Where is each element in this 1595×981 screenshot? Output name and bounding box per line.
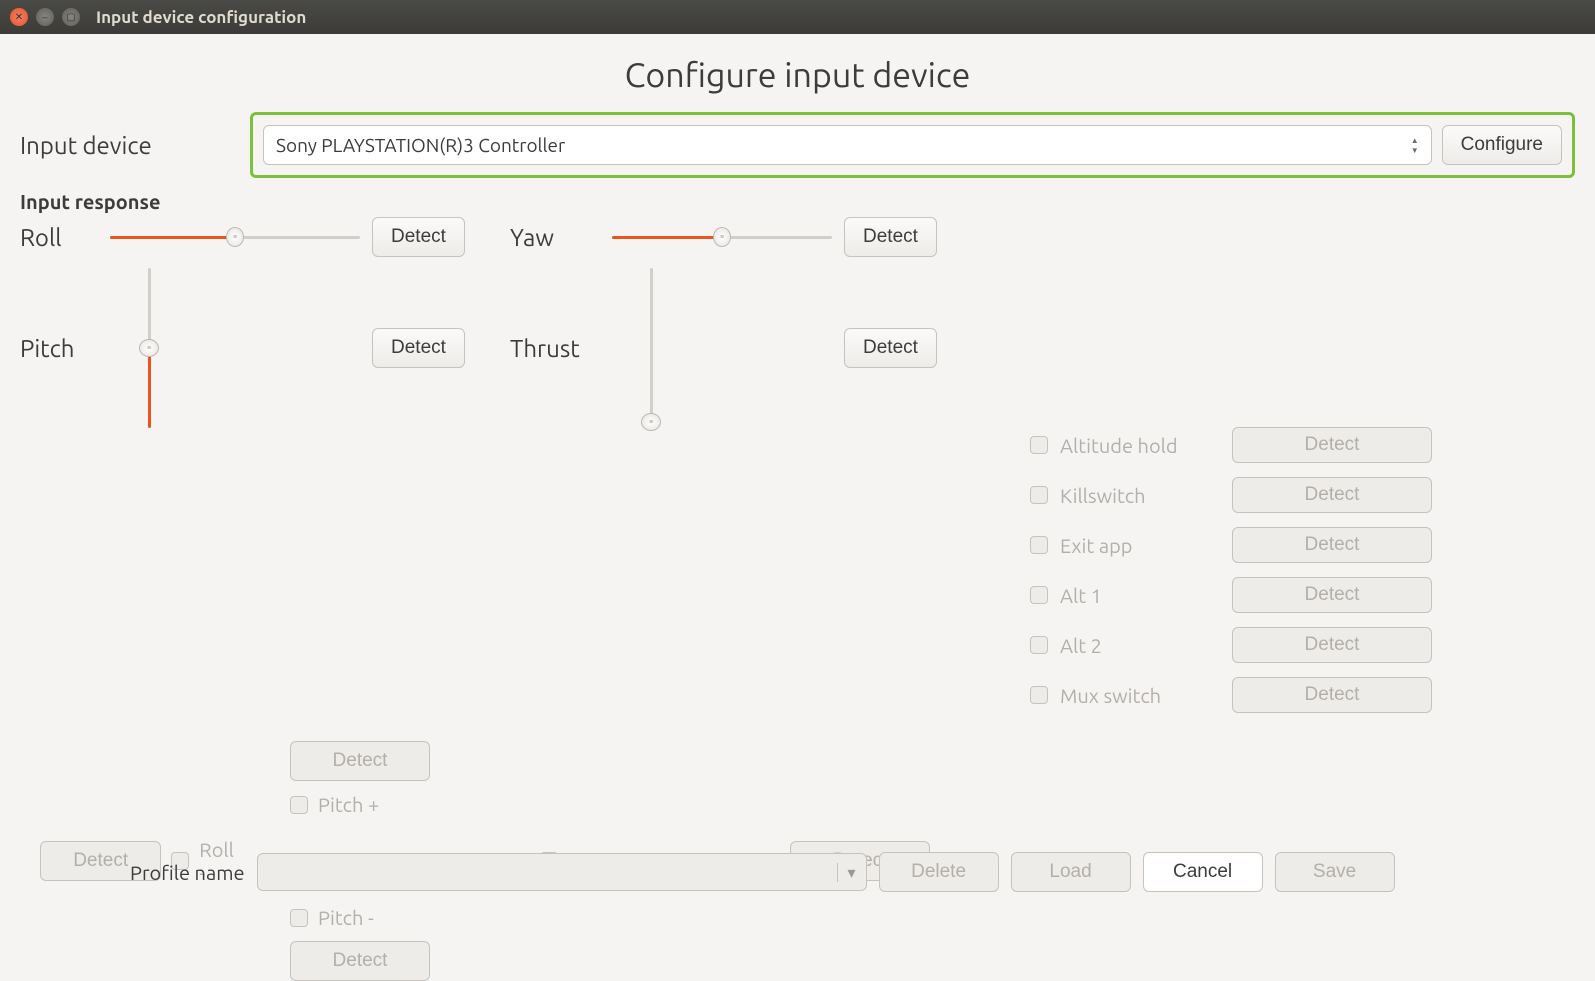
pitch-minus-checkbox[interactable] <box>290 909 308 927</box>
toggle-list: Altitude hold Detect Killswitch Detect E… <box>1030 427 1575 713</box>
pitch-plus-detect-button[interactable]: Detect <box>290 741 430 781</box>
roll-label: Roll <box>20 224 98 251</box>
configure-button[interactable]: Configure <box>1442 125 1562 165</box>
muxswitch-detect-button[interactable]: Detect <box>1232 677 1432 713</box>
pitch-slider[interactable]: ≡ <box>140 268 158 428</box>
save-button[interactable]: Save <box>1275 852 1395 892</box>
althold-label: Altitude hold <box>1060 434 1220 457</box>
thrust-slider[interactable]: ≡ <box>642 268 660 428</box>
input-device-highlight: Sony PLAYSTATION(R)3 Controller ▲▼ Confi… <box>250 112 1575 178</box>
thrust-label: Thrust <box>510 335 600 362</box>
exitapp-detect-button[interactable]: Detect <box>1232 527 1432 563</box>
killswitch-detect-button[interactable]: Detect <box>1232 477 1432 513</box>
yaw-label: Yaw <box>510 224 600 251</box>
althold-checkbox[interactable] <box>1030 436 1048 454</box>
input-response-header: Input response <box>20 190 1575 213</box>
list-item: Alt 1 Detect <box>1030 577 1575 613</box>
slider-thumb-icon[interactable]: ≡ <box>641 413 661 431</box>
alt2-detect-button[interactable]: Detect <box>1232 627 1432 663</box>
spinner-icon[interactable]: ▲▼ <box>1411 136 1419 155</box>
chevron-down-icon[interactable]: ▾ <box>837 863 856 882</box>
alt2-checkbox[interactable] <box>1030 636 1048 654</box>
cancel-button[interactable]: Cancel <box>1143 852 1263 892</box>
thrust-detect-button[interactable]: Detect <box>844 328 937 368</box>
pitch-label: Pitch <box>20 335 98 362</box>
input-device-select[interactable]: Sony PLAYSTATION(R)3 Controller ▲▼ <box>263 125 1432 165</box>
profile-name-label: Profile name <box>130 861 245 884</box>
load-button[interactable]: Load <box>1011 852 1131 892</box>
page-title: Configure input device <box>20 56 1575 94</box>
profile-name-combo[interactable]: ▾ <box>257 853 867 891</box>
slider-thumb-icon[interactable]: ≡ <box>139 339 159 357</box>
yaw-slider[interactable]: ≡ <box>612 232 832 242</box>
alt1-checkbox[interactable] <box>1030 586 1048 604</box>
close-icon[interactable]: ✕ <box>10 8 28 26</box>
pitch-plus-checkbox[interactable] <box>290 796 308 814</box>
pitch-minus-detect-button[interactable]: Detect <box>290 941 430 981</box>
list-item: Exit app Detect <box>1030 527 1575 563</box>
roll-detect-button[interactable]: Detect <box>372 217 465 257</box>
list-item: Killswitch Detect <box>1030 477 1575 513</box>
exitapp-checkbox[interactable] <box>1030 536 1048 554</box>
exitapp-label: Exit app <box>1060 534 1220 557</box>
roll-slider[interactable]: ≡ <box>110 232 360 242</box>
alt1-label: Alt 1 <box>1060 584 1220 607</box>
list-item: Alt 2 Detect <box>1030 627 1575 663</box>
list-item: Mux switch Detect <box>1030 677 1575 713</box>
muxswitch-checkbox[interactable] <box>1030 686 1048 704</box>
pitch-detect-button[interactable]: Detect <box>372 328 465 368</box>
list-item: Altitude hold Detect <box>1030 427 1575 463</box>
pitch-minus-label: Pitch - <box>318 906 374 929</box>
window-title: Input device configuration <box>96 8 306 27</box>
slider-thumb-icon[interactable]: ≡ <box>713 227 731 247</box>
killswitch-checkbox[interactable] <box>1030 486 1048 504</box>
althold-detect-button[interactable]: Detect <box>1232 427 1432 463</box>
pitch-plus-label: Pitch + <box>318 793 379 816</box>
window-titlebar: ✕ – ▢ Input device configuration <box>0 0 1595 34</box>
muxswitch-label: Mux switch <box>1060 684 1220 707</box>
input-device-label: Input device <box>20 132 240 159</box>
alt1-detect-button[interactable]: Detect <box>1232 577 1432 613</box>
maximize-icon[interactable]: ▢ <box>62 8 80 26</box>
delete-button[interactable]: Delete <box>879 852 999 892</box>
footer: Profile name ▾ Delete Load Cancel Save <box>20 852 1575 892</box>
alt2-label: Alt 2 <box>1060 634 1220 657</box>
minimize-icon[interactable]: – <box>36 8 54 26</box>
input-device-value: Sony PLAYSTATION(R)3 Controller <box>276 134 565 156</box>
yaw-detect-button[interactable]: Detect <box>844 217 937 257</box>
killswitch-label: Killswitch <box>1060 484 1220 507</box>
slider-thumb-icon[interactable]: ≡ <box>226 227 244 247</box>
